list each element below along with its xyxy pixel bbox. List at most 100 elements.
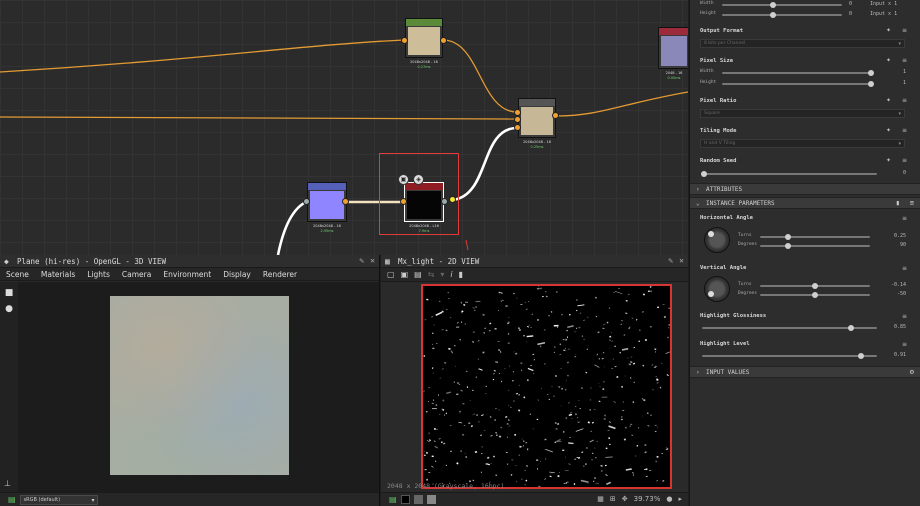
preset-icon[interactable]: ▮ xyxy=(896,198,900,209)
background-black-swatch[interactable] xyxy=(400,495,410,504)
horizontal-angle-dial[interactable] xyxy=(704,227,730,253)
background-light-swatch[interactable] xyxy=(426,495,436,504)
input-values-section-header[interactable]: › INPUT VALUES ⚙ xyxy=(690,366,920,378)
grid-icon[interactable]: ▦ xyxy=(597,495,604,503)
top-height-slider-handle[interactable] xyxy=(770,12,776,18)
tiling-icon[interactable]: ⊞ xyxy=(610,495,616,503)
node-output-port-active[interactable] xyxy=(449,196,456,203)
menu-lights[interactable]: Lights xyxy=(87,270,110,279)
dial-handle[interactable] xyxy=(708,231,714,237)
param-link-icon[interactable]: ✦ xyxy=(886,57,891,64)
compare-icon[interactable]: ⇆ xyxy=(428,270,435,279)
light-icon[interactable]: ● xyxy=(0,304,18,314)
horizontal-turns-handle[interactable] xyxy=(784,234,791,240)
node-input-port[interactable] xyxy=(401,37,408,44)
param-menu-icon[interactable]: ≡ xyxy=(902,265,907,272)
pixel-ratio-select[interactable]: Square xyxy=(700,109,905,118)
vertical-degrees-handle[interactable] xyxy=(812,292,818,298)
background-grey-swatch[interactable] xyxy=(413,495,423,504)
highlight-glossiness-handle[interactable] xyxy=(847,325,854,331)
param-link-icon[interactable]: ✦ xyxy=(886,157,891,164)
speckle xyxy=(428,387,431,389)
highlight-level-track[interactable] xyxy=(702,355,877,357)
zoom-value[interactable]: 39.73% xyxy=(634,495,661,503)
vertical-angle-dial[interactable] xyxy=(704,276,730,302)
node-output-port[interactable] xyxy=(440,37,447,44)
histogram-icon[interactable]: ▮ xyxy=(459,270,463,279)
pixel-size-width-track[interactable] xyxy=(722,72,872,74)
node-input-port[interactable] xyxy=(514,116,521,123)
menu-materials[interactable]: Materials xyxy=(41,270,75,279)
vertical-turns-handle[interactable] xyxy=(812,283,818,289)
export-icon[interactable]: ▤ xyxy=(414,270,422,279)
highlight-level-handle[interactable] xyxy=(858,353,865,359)
fit-icon[interactable]: ✥ xyxy=(622,495,628,503)
node-input-port[interactable] xyxy=(400,198,407,205)
3d-viewport[interactable]: ⊥ xyxy=(4,282,379,492)
node-input-port[interactable] xyxy=(303,198,310,205)
colorspace-select[interactable]: sRGB (default) xyxy=(19,494,98,505)
tiling-mode-select[interactable]: H and V Tiling xyxy=(700,139,905,148)
param-menu-icon[interactable]: ≡ xyxy=(902,97,907,104)
menu-display[interactable]: Display xyxy=(223,270,251,279)
pin-icon[interactable]: ✎ xyxy=(668,256,673,265)
close-icon[interactable]: ✕ xyxy=(679,256,684,265)
node-right-partial[interactable] xyxy=(658,27,688,69)
param-link-icon[interactable]: ✦ xyxy=(886,127,891,134)
speckle xyxy=(508,425,510,427)
pixel-size-height-track[interactable] xyxy=(722,83,872,85)
instance-section-header[interactable]: ⌄ INSTANCE PARAMETERS ▮ ≡ xyxy=(690,197,920,209)
node-output-port[interactable] xyxy=(342,198,349,205)
random-seed-track[interactable] xyxy=(702,173,877,175)
node-input-port[interactable] xyxy=(514,124,521,131)
param-menu-icon[interactable]: ≡ xyxy=(902,341,907,348)
copy-icon[interactable]: ▢ xyxy=(387,270,395,279)
node-output-port[interactable] xyxy=(552,112,559,119)
top-height-slider-track[interactable] xyxy=(722,14,842,16)
top-width-slider-track[interactable] xyxy=(722,4,842,6)
output-format-select[interactable]: 8 bits per Channel xyxy=(700,39,905,48)
zoom-arrow-icon[interactable]: ▸ xyxy=(678,495,682,503)
menu-renderer[interactable]: Renderer xyxy=(263,270,297,279)
horizontal-turns-track[interactable] xyxy=(760,236,870,238)
param-menu-icon[interactable]: ≡ xyxy=(902,57,907,64)
pin-icon[interactable]: ✎ xyxy=(359,256,364,265)
random-seed-handle[interactable] xyxy=(701,171,707,177)
menu-scene[interactable]: Scene xyxy=(6,270,29,279)
node-uniform-color[interactable] xyxy=(307,182,347,222)
close-icon[interactable]: ✕ xyxy=(370,256,375,265)
node-output-port[interactable] xyxy=(441,198,448,205)
dial-handle[interactable] xyxy=(708,291,714,297)
camera-icon[interactable]: ■ xyxy=(0,288,18,298)
horizontal-degrees-handle[interactable] xyxy=(784,243,791,249)
param-link-icon[interactable]: ✦ xyxy=(886,97,891,104)
horizontal-degrees-track[interactable] xyxy=(760,245,870,247)
node-graph[interactable]: 2048x2048 - 16 0.27ms 2048x2048 - 16 0.2… xyxy=(0,0,688,255)
param-menu-icon[interactable]: ≡ xyxy=(902,215,907,222)
pixel-size-width-handle[interactable] xyxy=(868,70,874,76)
2d-viewport[interactable]: 2048 x 2048 (Grayscale, 16bpc) xyxy=(381,282,688,492)
top-width-slider-handle[interactable] xyxy=(770,2,776,8)
param-menu-icon[interactable]: ≡ xyxy=(902,157,907,164)
node-mx-light-selected[interactable] xyxy=(404,182,444,222)
info-icon[interactable]: i xyxy=(450,270,452,279)
param-menu-icon[interactable]: ≡ xyxy=(902,313,907,320)
pixel-size-height-handle[interactable] xyxy=(868,81,874,87)
param-menu-icon[interactable]: ≡ xyxy=(902,127,907,134)
menu-environment[interactable]: Environment xyxy=(163,270,211,279)
node-blend[interactable] xyxy=(518,98,556,138)
param-link-icon[interactable]: ✦ xyxy=(886,27,891,34)
node-input-port[interactable] xyxy=(514,109,521,116)
param-menu-icon[interactable]: ≡ xyxy=(902,27,907,34)
menu-camera[interactable]: Camera xyxy=(122,270,151,279)
node-texture-top[interactable] xyxy=(405,18,443,58)
section-menu-icon[interactable]: ≡ xyxy=(910,198,914,209)
node-view-icon[interactable]: ▣ xyxy=(398,174,409,185)
attributes-section-header[interactable]: › ATTRIBUTES xyxy=(690,183,920,195)
node-3d-icon[interactable]: ◈ xyxy=(413,174,424,185)
save-icon[interactable]: ▣ xyxy=(401,270,409,279)
channels-icon[interactable]: ▾ xyxy=(440,270,444,279)
speckle xyxy=(635,318,638,321)
lock-icon[interactable]: ● xyxy=(666,495,672,503)
settings-gear-icon[interactable]: ⚙ xyxy=(910,367,914,378)
